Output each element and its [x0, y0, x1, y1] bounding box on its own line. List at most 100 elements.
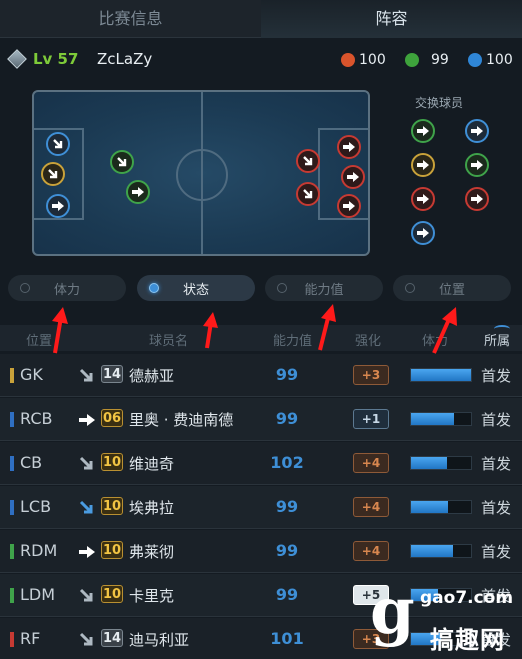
swap-token-7[interactable] — [411, 221, 435, 245]
player-token-rdm[interactable] — [126, 180, 150, 204]
annotation-arrow-icon — [52, 307, 68, 354]
rank-diamond-icon — [7, 49, 27, 69]
swap-token-1[interactable] — [411, 119, 435, 143]
table-row[interactable]: RCB 06 里奥 · 费迪南德 99 +1 首发 — [0, 398, 522, 441]
row-role: 首发 — [481, 367, 512, 385]
header-boost[interactable]: 强化 — [355, 330, 381, 349]
position-color-bar — [10, 368, 14, 383]
swap-token-3[interactable] — [411, 153, 435, 177]
shirt-number-badge: 14 — [101, 365, 123, 383]
watermark-brand: 搞趣网 — [430, 626, 505, 654]
swap-token-6[interactable] — [465, 187, 489, 211]
row-role: 首发 — [481, 543, 512, 561]
filter-position[interactable]: 位置 — [393, 275, 511, 301]
row-boost-badge: +1 — [353, 409, 389, 429]
shirt-number-badge: 10 — [101, 453, 123, 471]
filter-stamina[interactable]: 体力 — [8, 275, 126, 301]
opponent-token-2 — [296, 182, 320, 206]
move-neutral-icon — [303, 156, 313, 166]
green-stat-icon — [405, 53, 419, 67]
header-name[interactable]: 球员名 — [149, 330, 188, 349]
row-player-name: 埃弗拉 — [129, 499, 175, 517]
row-boost-badge: +4 — [353, 541, 389, 561]
table-row[interactable]: LCB 10 埃弗拉 99 +4 首发 — [0, 486, 522, 529]
row-position: LDM — [20, 585, 56, 604]
row-player-name: 里奥 · 费迪南德 — [129, 411, 234, 429]
arrow-right-icon — [52, 201, 64, 211]
row-ability: 99 — [275, 409, 299, 428]
arrow-right-icon — [417, 126, 429, 136]
position-color-bar — [10, 412, 14, 427]
row-position: RDM — [20, 541, 58, 560]
tab-match-info[interactable]: 比赛信息 — [0, 0, 261, 38]
red-stat-icon — [341, 53, 355, 67]
move-neutral-icon — [78, 455, 96, 473]
stat-midfield: 99 — [405, 52, 449, 68]
row-ability: 102 — [270, 453, 304, 472]
player-token-ldm[interactable] — [110, 150, 134, 174]
header-ability[interactable]: 能力值 — [273, 330, 312, 349]
swap-token-4[interactable] — [465, 153, 489, 177]
arrow-right-icon — [347, 172, 359, 182]
row-position: GK — [20, 365, 43, 384]
move-neutral-icon — [78, 367, 96, 385]
player-token-rcb[interactable] — [46, 194, 70, 218]
row-ability: 99 — [275, 585, 299, 604]
arrow-right-icon — [343, 201, 355, 211]
filter-ability[interactable]: 能力值 — [265, 275, 383, 301]
player-token-lcb[interactable] — [46, 132, 70, 156]
radio-icon — [405, 283, 415, 293]
row-player-name: 迪马利亚 — [129, 631, 190, 649]
position-color-bar — [10, 588, 14, 603]
filter-condition[interactable]: 状态 — [137, 275, 255, 301]
row-player-name: 卡里克 — [129, 587, 175, 605]
formation-pitch — [32, 90, 370, 256]
stamina-bar — [410, 500, 472, 514]
shirt-number-badge: 10 — [101, 497, 123, 515]
table-row[interactable]: RDM 10 弗莱彻 99 +4 首发 — [0, 530, 522, 573]
stat-defense: 100 — [468, 52, 513, 68]
tab-lineup[interactable]: 阵容 — [261, 0, 522, 38]
shirt-number-badge: 14 — [101, 629, 123, 647]
blue-stat-icon — [468, 53, 482, 67]
arrow-right-icon — [417, 160, 429, 170]
radio-icon — [149, 283, 159, 293]
player-bar: Lv 57 ZcLaZy 100 99 100 — [0, 40, 522, 80]
shirt-number-badge: 10 — [101, 541, 123, 559]
row-role: 首发 — [481, 499, 512, 517]
row-position: CB — [20, 453, 43, 472]
player-level: Lv 57 — [33, 50, 79, 68]
row-boost-badge: +4 — [353, 497, 389, 517]
swap-token-5[interactable] — [411, 187, 435, 211]
move-neutral-icon — [303, 189, 313, 199]
move-neutral-icon — [78, 587, 96, 605]
row-role: 首发 — [481, 455, 512, 473]
row-ability: 99 — [275, 541, 299, 560]
move-down-icon — [78, 499, 96, 517]
stamina-bar — [410, 368, 472, 382]
row-player-name: 德赫亚 — [129, 367, 175, 385]
stamina-fill — [411, 369, 471, 381]
arrow-right-icon — [343, 142, 355, 152]
row-position: LCB — [20, 497, 52, 516]
row-position: RF — [20, 629, 41, 648]
arrow-right-icon — [471, 126, 483, 136]
arrow-right-icon — [471, 194, 483, 204]
row-boost-badge: +3 — [353, 365, 389, 385]
stat-defense-value: 100 — [486, 52, 513, 68]
stamina-bar — [410, 544, 472, 558]
position-color-bar — [10, 500, 14, 515]
arrow-right-icon — [132, 187, 144, 197]
move-neutral-icon — [117, 157, 127, 167]
top-tabs: 比赛信息 阵容 — [0, 0, 522, 38]
annotation-arrow-icon — [318, 304, 336, 351]
stat-midfield-value: 99 — [431, 52, 449, 68]
swap-token-2[interactable] — [465, 119, 489, 143]
opponent-token-4 — [341, 165, 365, 189]
annotation-arrow-icon — [432, 307, 457, 354]
radio-icon — [20, 283, 30, 293]
player-name: ZcLaZy — [97, 50, 153, 68]
player-token-gk[interactable] — [41, 162, 65, 186]
table-row[interactable]: CB 10 维迪奇 102 +4 首发 — [0, 442, 522, 485]
table-row[interactable]: GK 14 德赫亚 99 +3 首发 — [0, 354, 522, 397]
